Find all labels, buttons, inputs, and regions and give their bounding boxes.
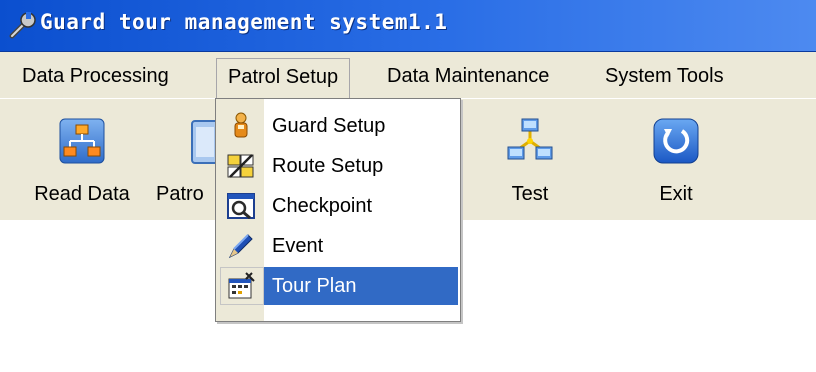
wrench-icon <box>9 12 36 39</box>
guard-setup-label: Guard Setup <box>272 115 386 137</box>
event-label: Event <box>272 235 324 257</box>
menu-item-checkpoint[interactable]: Checkpoint <box>218 186 458 226</box>
checkpoint-label: Checkpoint <box>272 195 373 217</box>
tour-plan-label: Tour Plan <box>272 275 357 297</box>
menu-item-tour-plan[interactable]: Tour Plan <box>218 266 458 306</box>
patrol-button[interactable]: Patro <box>140 113 220 213</box>
network-icon <box>507 118 553 160</box>
route-icon <box>227 154 254 178</box>
route-setup-label: Route Setup <box>272 155 384 177</box>
read-data-label: Read Data <box>34 183 130 205</box>
document-icon <box>191 120 218 164</box>
checkpoint-icon <box>227 193 255 220</box>
menu-item-event[interactable]: Event <box>218 226 458 266</box>
menu-bar: Data Processing Patrol Setup Data Mainte… <box>0 52 816 98</box>
exit-icon <box>653 118 699 164</box>
pen-icon <box>228 234 253 259</box>
menu-system-tools[interactable]: System Tools <box>594 58 735 94</box>
menu-patrol-setup[interactable]: Patrol Setup <box>216 58 351 98</box>
menu-item-guard-setup[interactable]: Guard Setup <box>218 106 458 146</box>
menu-data-maintenance[interactable]: Data Maintenance <box>376 58 560 94</box>
exit-label: Exit <box>659 183 693 205</box>
tour-plan-icon <box>228 272 255 299</box>
patrol-setup-dropdown: Guard Setup Route Setup Checkpoint Event <box>215 98 461 322</box>
patrol-label: Patro <box>156 183 204 205</box>
exit-button[interactable]: Exit <box>616 113 736 213</box>
menu-item-route-setup[interactable]: Route Setup <box>218 146 458 186</box>
test-label: Test <box>511 183 549 205</box>
test-button[interactable]: Test <box>470 113 590 213</box>
window-title: Guard tour management system1.1 <box>40 10 448 34</box>
read-data-button[interactable]: Read Data <box>22 113 142 213</box>
title-bar: Guard tour management system1.1 <box>0 0 816 52</box>
menu-data-processing[interactable]: Data Processing <box>11 58 180 94</box>
org-chart-icon <box>59 118 105 164</box>
guard-icon <box>234 112 248 138</box>
